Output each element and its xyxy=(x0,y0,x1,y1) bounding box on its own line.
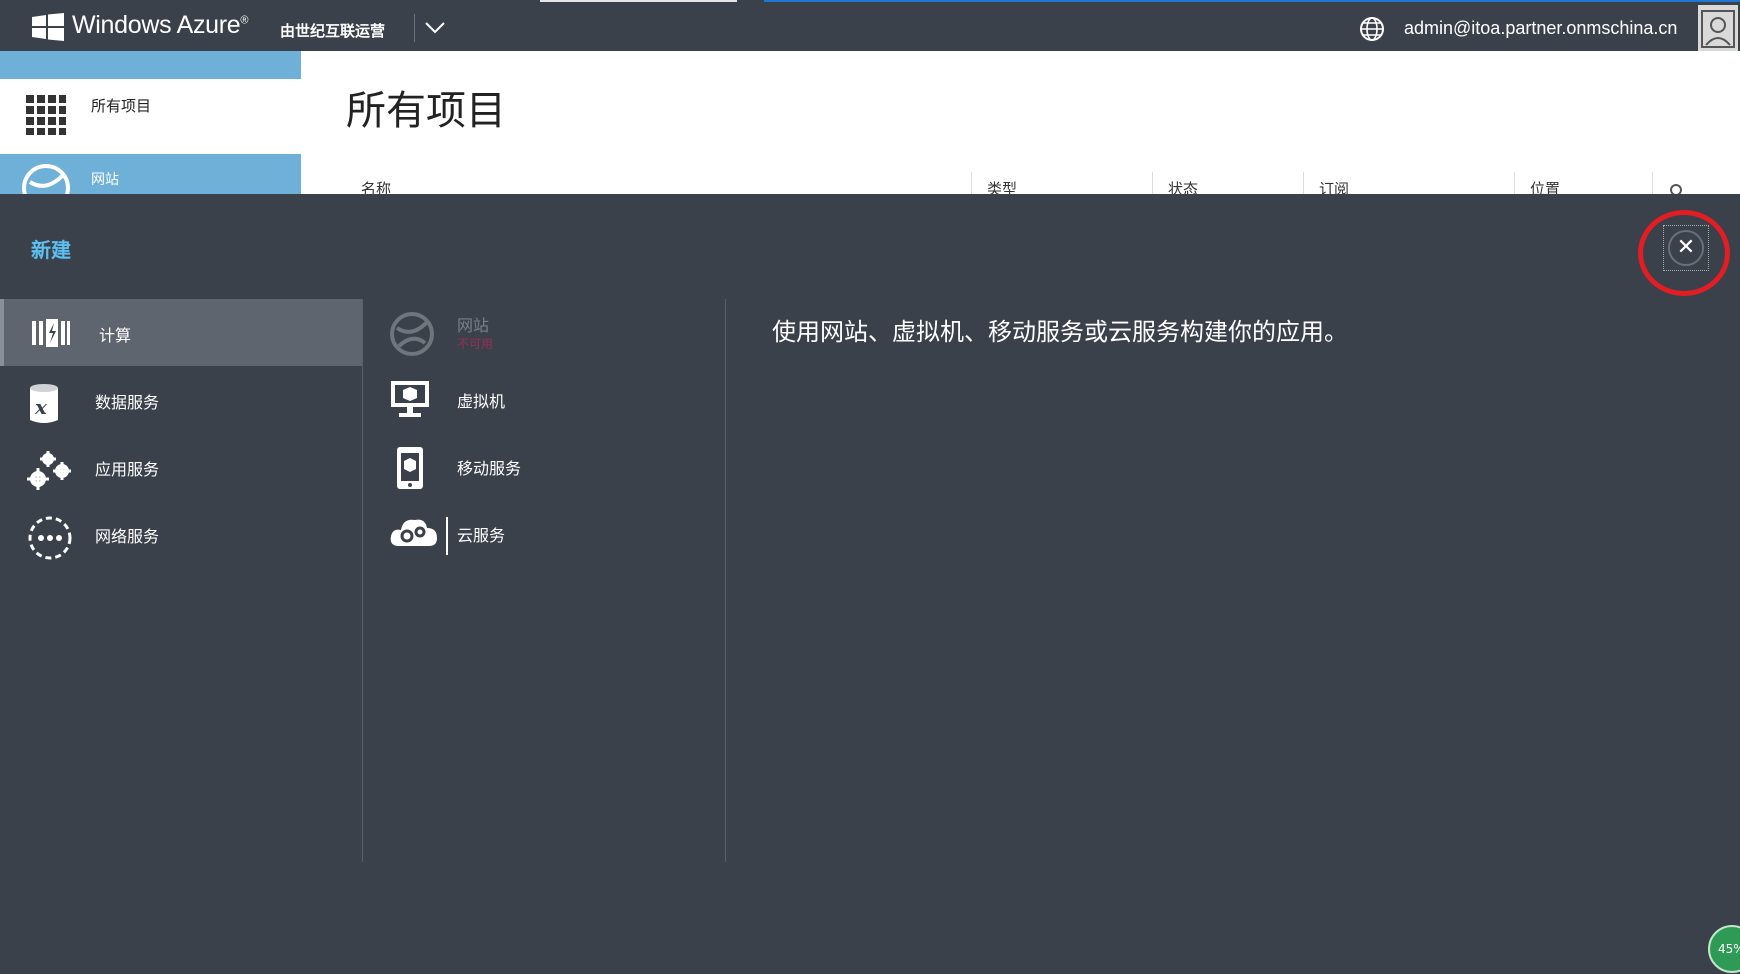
page-title: 所有项目 xyxy=(346,88,506,134)
panel-description: 使用网站、虚拟机、移动服务或云服务构建你的应用。 xyxy=(772,318,1348,346)
app-services-icon xyxy=(27,451,71,490)
category-label: 数据服务 xyxy=(95,393,160,412)
column-divider xyxy=(725,299,726,862)
service-label: 移动服务 xyxy=(457,459,522,478)
sidebar-item-label: 网站 xyxy=(91,172,119,188)
top-bar: Windows Azure® 由世纪互联运营 admin@itoa.partne… xyxy=(0,0,1740,51)
column-divider xyxy=(1303,172,1304,194)
category-list: 计算 x 数据服务 应用服务 网络服务 xyxy=(0,299,363,567)
chevron-down-icon[interactable] xyxy=(424,20,446,34)
sidebar-item-label: 所有项目 xyxy=(91,97,152,115)
user-email[interactable]: admin@itoa.partner.onmschina.cn xyxy=(1404,18,1677,39)
close-button[interactable]: ✕ xyxy=(1663,225,1709,271)
column-divider xyxy=(971,172,972,194)
background-sidebar-stripe xyxy=(0,51,301,79)
progress-value: 45% xyxy=(1718,942,1740,956)
category-label: 计算 xyxy=(99,326,132,345)
background-main xyxy=(301,51,1740,194)
service-virtual-machine[interactable]: 虚拟机 xyxy=(363,366,725,433)
sidebar-item-all-items[interactable]: 所有项目 xyxy=(0,79,301,154)
mobile-services-icon xyxy=(397,447,423,489)
panel-title: 新建 xyxy=(31,238,71,262)
unavailable-badge: 不可用 xyxy=(457,337,494,351)
svg-text:x: x xyxy=(34,395,48,419)
windows-logo-icon[interactable] xyxy=(32,13,64,41)
globe-icon[interactable] xyxy=(1358,15,1386,43)
column-header-status[interactable]: 状态 xyxy=(1168,178,1198,194)
column-header-subscription[interactable]: 订阅 xyxy=(1319,178,1349,194)
service-mobile-services[interactable]: 移动服务 xyxy=(363,433,725,500)
data-services-icon: x xyxy=(30,384,58,423)
column-header-location[interactable]: 位置 xyxy=(1530,178,1560,194)
grid-icon xyxy=(26,95,66,135)
topbar-divider xyxy=(414,14,415,42)
column-header-type[interactable]: 类型 xyxy=(987,178,1017,194)
service-cloud-services[interactable]: 云服务 xyxy=(363,500,725,567)
service-label: 虚拟机 xyxy=(457,392,506,411)
top-accent-line xyxy=(540,0,737,2)
category-network-services[interactable]: 网络服务 xyxy=(0,500,363,567)
category-label: 网络服务 xyxy=(95,527,160,546)
virtual-machine-icon xyxy=(391,381,429,417)
service-label: 网站 xyxy=(457,316,490,335)
category-data-services[interactable]: x 数据服务 xyxy=(0,366,363,433)
sidebar-item-websites[interactable]: 网站 xyxy=(0,154,301,194)
column-divider xyxy=(1652,172,1653,194)
website-icon xyxy=(22,164,70,194)
service-label: 云服务 xyxy=(457,526,506,545)
website-icon xyxy=(390,312,434,356)
category-label: 应用服务 xyxy=(95,460,160,479)
category-compute[interactable]: 计算 xyxy=(0,299,363,366)
category-app-services[interactable]: 应用服务 xyxy=(0,433,363,500)
column-divider xyxy=(1152,172,1153,194)
text-cursor xyxy=(446,517,448,555)
network-services-icon xyxy=(28,516,72,560)
cloud-services-icon xyxy=(390,519,437,546)
brand-name[interactable]: Windows Azure® xyxy=(72,11,248,40)
service-website[interactable]: 网站 不可用 xyxy=(363,299,725,366)
column-header-name[interactable]: 名称 xyxy=(361,178,391,194)
service-list: 网站 不可用 虚拟机 移动服务 云服务 xyxy=(363,299,725,567)
top-accent-line-blue xyxy=(764,0,1740,2)
user-avatar-icon[interactable] xyxy=(1698,5,1738,51)
compute-icon xyxy=(32,319,70,347)
operator-label: 由世纪互联运营 xyxy=(280,22,386,40)
search-icon[interactable] xyxy=(1668,182,1684,194)
column-divider xyxy=(1514,172,1515,194)
